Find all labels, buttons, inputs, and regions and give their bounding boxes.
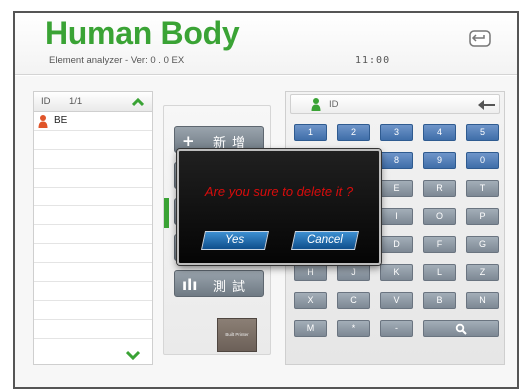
yes-button[interactable]: Yes: [200, 231, 270, 250]
cancel-button[interactable]: Cancel: [290, 231, 360, 250]
app-window: Human Body Element analyzer - Ver: 0 . 0…: [13, 11, 519, 389]
yes-label: Yes: [225, 234, 245, 246]
dialog-message: Are you sure to delete it ?: [204, 184, 354, 199]
confirm-delete-dialog: Are you sure to delete it ? Yes Cancel: [177, 149, 381, 265]
cancel-label: Cancel: [307, 234, 343, 246]
